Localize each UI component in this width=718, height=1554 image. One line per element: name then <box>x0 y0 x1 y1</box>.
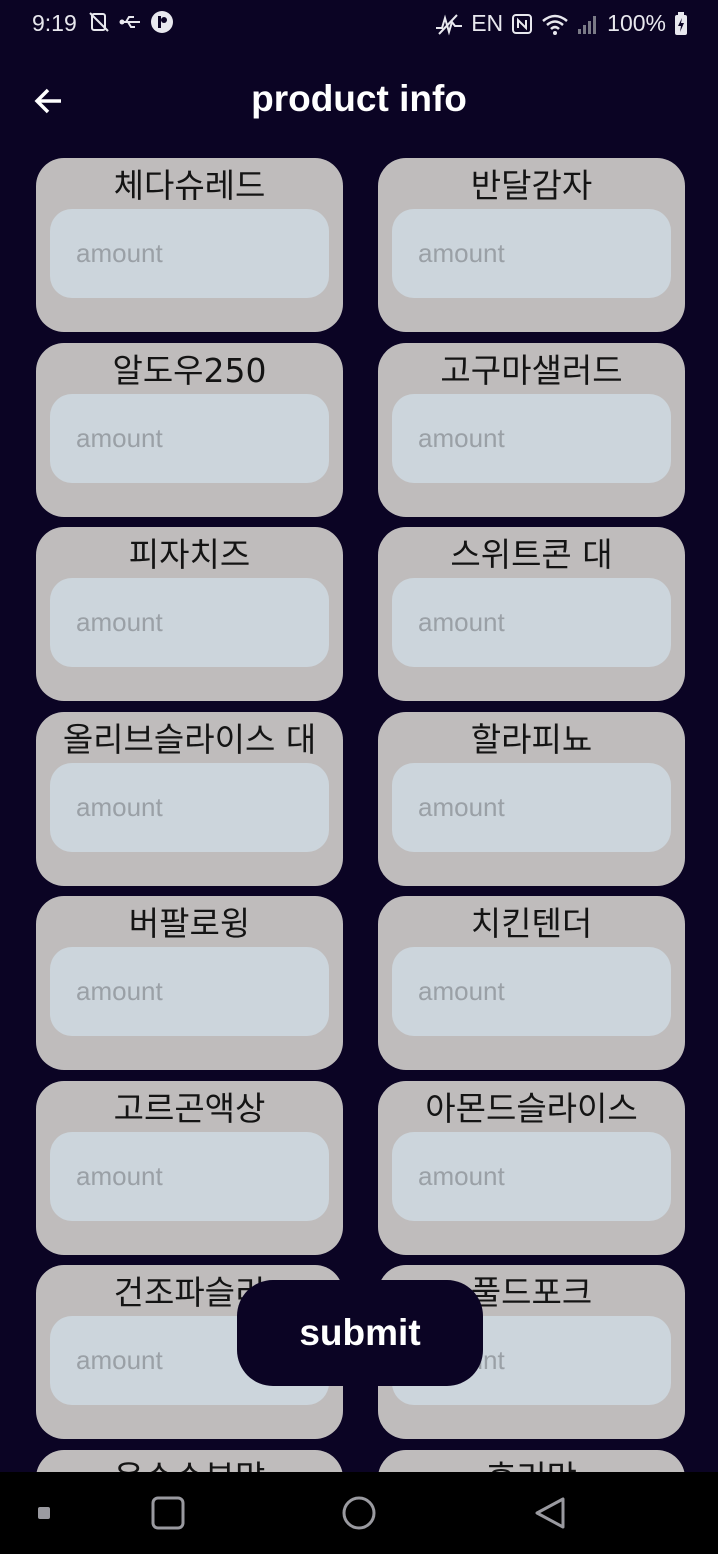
product-card: 후리맛 <box>378 1450 685 1472</box>
product-card: 고르곤액상 <box>36 1081 343 1255</box>
product-card: 피자치즈 <box>36 527 343 701</box>
product-name: 피자치즈 <box>128 535 251 574</box>
product-name: 반달감자 <box>470 166 593 205</box>
product-card: 알도우250 <box>36 343 343 517</box>
product-name: 옥수수분말 <box>36 1458 343 1472</box>
product-name: 고구마샐러드 <box>440 351 623 390</box>
product-name: 할라피뇨 <box>470 720 593 759</box>
back-triangle-icon <box>535 1497 565 1529</box>
product-card: 옥수수분말 <box>36 1450 343 1472</box>
amount-input[interactable] <box>50 209 329 298</box>
product-card: 올리브슬라이스 대 <box>36 712 343 886</box>
product-name: 아몬드슬라이스 <box>425 1089 638 1128</box>
square-icon <box>151 1496 185 1530</box>
product-card: 반달감자 <box>378 158 685 332</box>
amount-input[interactable] <box>392 947 671 1036</box>
product-name: 올리브슬라이스 대 <box>62 720 317 759</box>
product-name: 체다슈레드 <box>113 166 266 205</box>
product-card: 할라피뇨 <box>378 712 685 886</box>
amount-input[interactable] <box>392 1132 671 1221</box>
nav-home-button[interactable] <box>329 1472 389 1554</box>
product-name: 치킨텐더 <box>470 904 593 943</box>
nav-home-square-button[interactable] <box>138 1472 198 1554</box>
product-card: 버팔로윙 <box>36 896 343 1070</box>
product-name: 후리맛 <box>378 1458 685 1472</box>
amount-input[interactable] <box>50 578 329 667</box>
amount-input[interactable] <box>50 394 329 483</box>
submit-button[interactable]: submit <box>237 1280 483 1386</box>
product-name: 스위트콘 대 <box>450 535 613 574</box>
amount-input[interactable] <box>392 578 671 667</box>
product-card: 체다슈레드 <box>36 158 343 332</box>
product-card: 치킨텐더 <box>378 896 685 1070</box>
navigation-bar <box>0 1472 718 1554</box>
amount-input[interactable] <box>50 763 329 852</box>
nav-recents-button[interactable] <box>14 1472 74 1554</box>
home-circle-icon <box>342 1496 376 1530</box>
recents-icon <box>38 1507 50 1519</box>
product-card: 고구마샐러드 <box>378 343 685 517</box>
nav-back-button[interactable] <box>520 1472 580 1554</box>
amount-input[interactable] <box>50 947 329 1036</box>
product-name: 버팔로윙 <box>128 904 251 943</box>
amount-input[interactable] <box>392 209 671 298</box>
product-card: 아몬드슬라이스 <box>378 1081 685 1255</box>
amount-input[interactable] <box>392 763 671 852</box>
product-name: 고르곤액상 <box>113 1089 266 1128</box>
product-card: 스위트콘 대 <box>378 527 685 701</box>
product-grid: 체다슈레드 반달감자알도우250 고구마샐러드피자치즈 스위트콘 대올리브슬라이스 대… <box>0 0 718 1472</box>
amount-input[interactable] <box>392 394 671 483</box>
product-name: 알도우250 <box>112 351 267 390</box>
amount-input[interactable] <box>50 1132 329 1221</box>
